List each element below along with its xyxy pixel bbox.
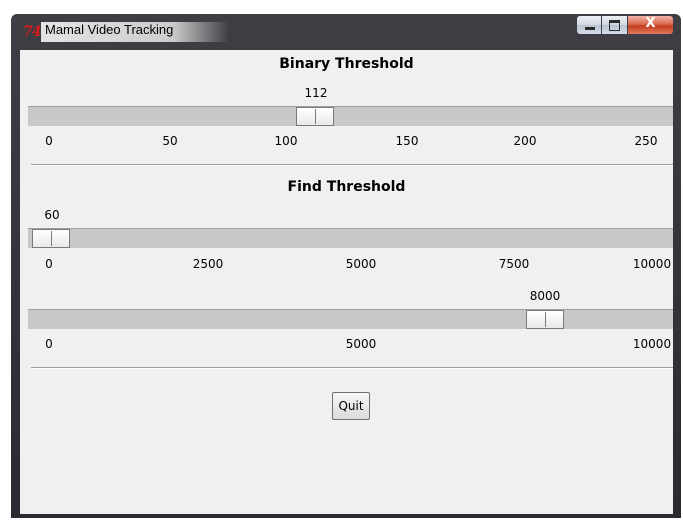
binary-threshold-tick: 0 (45, 134, 53, 148)
third-scale-slider-handle[interactable] (526, 310, 564, 329)
window-title: Mamal Video Tracking (41, 22, 229, 42)
close-button[interactable]: X (628, 15, 674, 35)
binary-threshold-title: Binary Threshold (279, 56, 414, 72)
find-threshold-tick: 2500 (192, 257, 224, 271)
separator (31, 367, 673, 369)
find-threshold-slider[interactable] (28, 228, 673, 248)
minimize-button[interactable] (576, 15, 602, 35)
binary-threshold-value: 112 (304, 86, 328, 100)
find-threshold-value: 60 (44, 208, 60, 222)
maximize-icon (609, 20, 620, 31)
find-threshold-tick: 0 (45, 257, 53, 271)
binary-threshold-tick: 150 (395, 134, 419, 148)
maximize-button[interactable] (602, 15, 628, 35)
find-threshold-slider-handle[interactable] (32, 229, 70, 248)
binary-threshold-tick: 50 (162, 134, 178, 148)
title-bar[interactable]: 74 Mamal Video Tracking X (11, 14, 681, 50)
quit-button[interactable]: Quit (332, 392, 370, 420)
close-icon: X (645, 16, 656, 31)
app-window: 74 Mamal Video Tracking X Binary Thresho… (11, 14, 681, 518)
third-scale-tick: 5000 (345, 337, 377, 351)
third-scale-tick: 10000 (632, 337, 672, 351)
third-scale-value: 8000 (529, 289, 561, 303)
binary-threshold-slider-handle[interactable] (296, 107, 334, 126)
tk-feather-icon: 74 (23, 24, 42, 40)
binary-threshold-slider[interactable] (28, 106, 673, 126)
third-scale-tick: 0 (45, 337, 53, 351)
find-threshold-title: Find Threshold (287, 179, 406, 195)
find-threshold-tick: 7500 (498, 257, 530, 271)
find-threshold-tick: 5000 (345, 257, 377, 271)
window-controls: X (576, 15, 674, 35)
binary-threshold-tick: 200 (513, 134, 537, 148)
window-content: Binary Threshold 112 0 50 100 150 200 25… (20, 50, 673, 514)
third-scale-slider[interactable] (28, 309, 673, 329)
find-threshold-tick: 10000 (632, 257, 672, 271)
binary-threshold-tick: 100 (274, 134, 298, 148)
binary-threshold-tick: 250 (634, 134, 658, 148)
minimize-icon (585, 27, 595, 30)
separator (31, 164, 673, 166)
